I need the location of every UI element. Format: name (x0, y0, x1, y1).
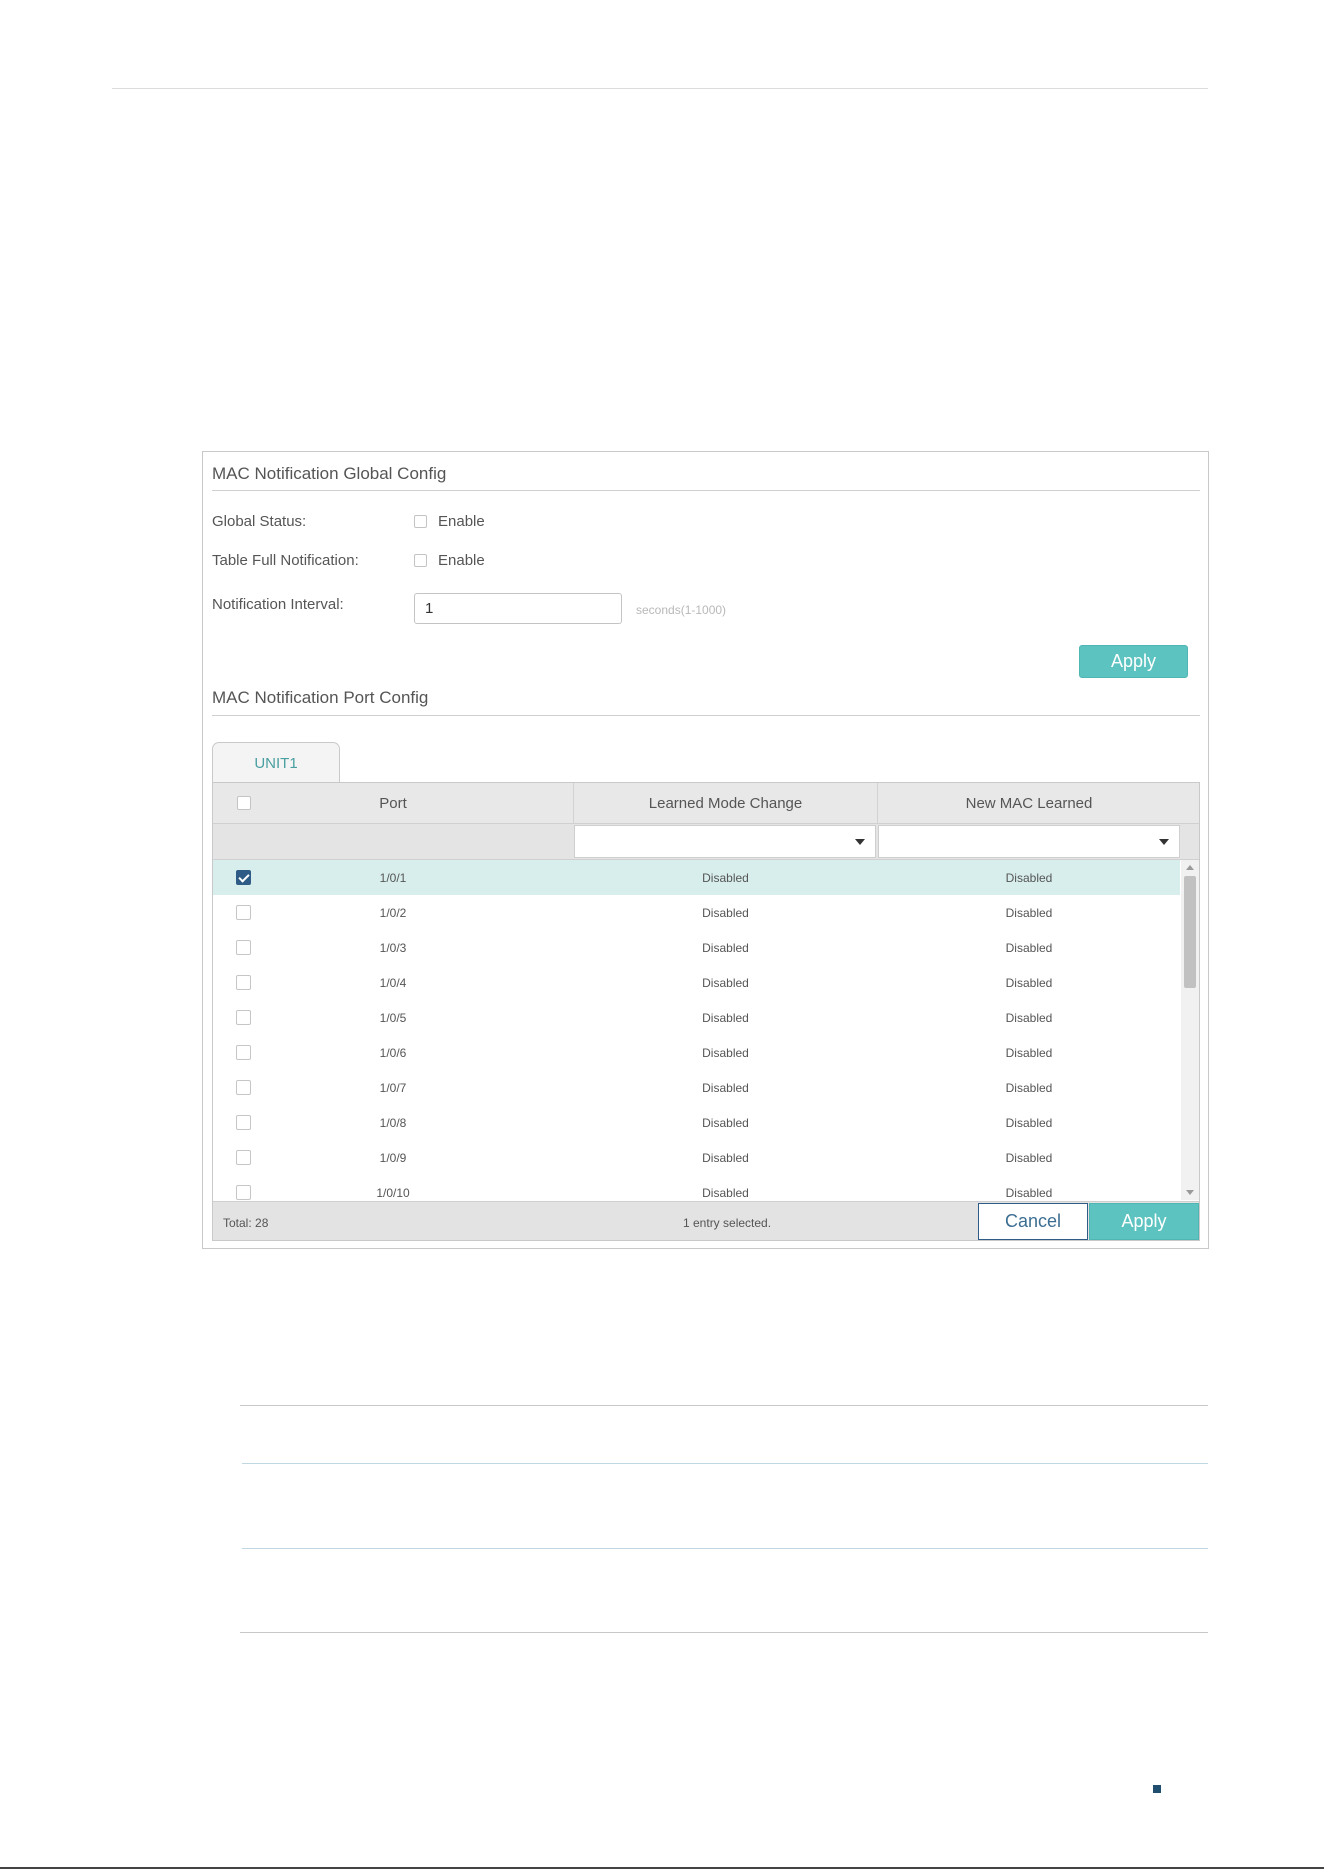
new-mac-learned-cell: Disabled (1005, 1185, 1053, 1200)
table-row[interactable]: 1/0/8 Disabled Disabled (213, 1105, 1180, 1140)
port-cell: 1/0/2 (379, 905, 407, 920)
table-row[interactable]: 1/0/5 Disabled Disabled (213, 1000, 1180, 1035)
new-mac-learned-cell: Disabled (1005, 905, 1053, 920)
port-cell: 1/0/10 (376, 1185, 410, 1200)
learned-mode-change-cell: Disabled (702, 975, 749, 990)
table-full-notification-label: Table Full Notification: (212, 552, 359, 569)
chevron-down-icon (1159, 838, 1169, 845)
learned-mode-change-cell: Disabled (702, 905, 749, 920)
doc-table-rule (242, 1463, 1208, 1464)
learned-mode-change-cell: Disabled (702, 1185, 749, 1200)
column-header-new-mac-learned[interactable]: New MAC Learned (878, 783, 1180, 823)
table-row[interactable]: 1/0/2 Disabled Disabled (213, 895, 1180, 930)
table-full-notification-checkbox[interactable] (414, 554, 427, 567)
global-status-checkbox[interactable] (414, 515, 427, 528)
port-config-title: MAC Notification Port Config (212, 688, 429, 707)
tab-unit1[interactable]: UNIT1 (212, 742, 340, 783)
learned-mode-change-cell: Disabled (702, 1115, 749, 1130)
total-count: Total: 28 (223, 1216, 269, 1230)
doc-table-rule (242, 1548, 1208, 1549)
row-checkbox[interactable] (236, 870, 251, 885)
table-footer: Total: 28 1 entry selected. Cancel Apply (213, 1201, 1199, 1240)
table-body: 1/0/1 Disabled Disabled 1/0/2 Disabled Disabl… (213, 860, 1180, 1200)
scrollbar-thumb[interactable] (1184, 876, 1196, 988)
learned-mode-change-cell: Disabled (702, 1010, 749, 1025)
new-mac-learned-cell: Disabled (1005, 1115, 1053, 1130)
port-cell: 1/0/4 (379, 975, 407, 990)
scroll-up-icon[interactable] (1186, 865, 1194, 870)
port-config-divider (212, 715, 1200, 716)
port-cell: 1/0/6 (379, 1045, 407, 1060)
notification-interval-label: Notification Interval: (212, 596, 344, 613)
row-checkbox[interactable] (236, 1185, 251, 1200)
table-row[interactable]: 1/0/9 Disabled Disabled (213, 1140, 1180, 1175)
port-cell: 1/0/8 (379, 1115, 407, 1130)
table-row[interactable]: 1/0/4 Disabled Disabled (213, 965, 1180, 1000)
table-row[interactable]: 1/0/10 Disabled Disabled (213, 1175, 1180, 1200)
doc-table-rule (240, 1405, 1208, 1406)
page-bottom-rule (0, 1867, 1324, 1869)
filter-row (213, 824, 1199, 860)
port-cell: 1/0/3 (379, 940, 407, 955)
selection-status: 1 entry selected. (683, 1216, 772, 1230)
row-checkbox[interactable] (236, 1080, 251, 1095)
learned-mode-change-cell: Disabled (702, 870, 749, 885)
new-mac-learned-cell: Disabled (1005, 1045, 1053, 1060)
port-cell: 1/0/7 (379, 1080, 407, 1095)
row-checkbox[interactable] (236, 1010, 251, 1025)
row-checkbox[interactable] (236, 1045, 251, 1060)
new-mac-learned-cell: Disabled (1005, 870, 1053, 885)
table-row[interactable]: 1/0/7 Disabled Disabled (213, 1070, 1180, 1105)
row-checkbox[interactable] (236, 940, 251, 955)
new-mac-learned-cell: Disabled (1005, 975, 1053, 990)
learned-mode-change-cell: Disabled (702, 1045, 749, 1060)
new-mac-learned-cell: Disabled (1005, 1080, 1053, 1095)
global-apply-button[interactable]: Apply (1079, 645, 1188, 678)
new-mac-learned-cell: Disabled (1005, 1010, 1053, 1025)
port-apply-button[interactable]: Apply (1089, 1203, 1199, 1240)
cancel-button[interactable]: Cancel (978, 1203, 1088, 1240)
table-row[interactable]: 1/0/1 Disabled Disabled (213, 860, 1180, 895)
row-checkbox[interactable] (236, 1115, 251, 1130)
global-status-label: Global Status: (212, 513, 307, 530)
notification-interval-input[interactable] (414, 593, 622, 624)
table-full-enable-label[interactable]: Enable (438, 552, 485, 569)
port-cell: 1/0/5 (379, 1010, 407, 1025)
notification-interval-hint: seconds(1-1000) (636, 603, 727, 617)
row-checkbox[interactable] (236, 975, 251, 990)
table-header: Port Learned Mode Change New MAC Learned (213, 783, 1199, 824)
port-config-table: Port Learned Mode Change New MAC Learned… (212, 782, 1200, 1241)
row-checkbox[interactable] (236, 1150, 251, 1165)
learned-mode-change-filter-select[interactable] (574, 825, 876, 858)
doc-table-rule (240, 1632, 1208, 1633)
scroll-down-icon[interactable] (1186, 1190, 1194, 1195)
global-config-title: MAC Notification Global Config (212, 464, 447, 483)
port-cell: 1/0/9 (379, 1150, 407, 1165)
table-row[interactable]: 1/0/6 Disabled Disabled (213, 1035, 1180, 1070)
chevron-down-icon (855, 838, 865, 845)
new-mac-learned-filter-select[interactable] (878, 825, 1180, 858)
table-scrollbar[interactable] (1181, 860, 1199, 1200)
learned-mode-change-cell: Disabled (702, 940, 749, 955)
row-checkbox[interactable] (236, 905, 251, 920)
port-cell: 1/0/1 (379, 870, 407, 885)
global-config-divider (212, 490, 1200, 491)
column-header-learned-mode-change[interactable]: Learned Mode Change (574, 783, 877, 823)
mac-notification-panel: MAC Notification Global Config Global St… (202, 451, 1209, 1249)
new-mac-learned-cell: Disabled (1005, 940, 1053, 955)
page-marker-icon (1153, 1785, 1161, 1793)
table-row[interactable]: 1/0/3 Disabled Disabled (213, 930, 1180, 965)
new-mac-learned-cell: Disabled (1005, 1150, 1053, 1165)
global-status-enable-label[interactable]: Enable (438, 513, 485, 530)
learned-mode-change-cell: Disabled (702, 1080, 749, 1095)
page-top-rule (112, 88, 1208, 89)
select-all-checkbox[interactable] (237, 796, 251, 810)
learned-mode-change-cell: Disabled (702, 1150, 749, 1165)
column-header-port[interactable]: Port (273, 783, 513, 823)
